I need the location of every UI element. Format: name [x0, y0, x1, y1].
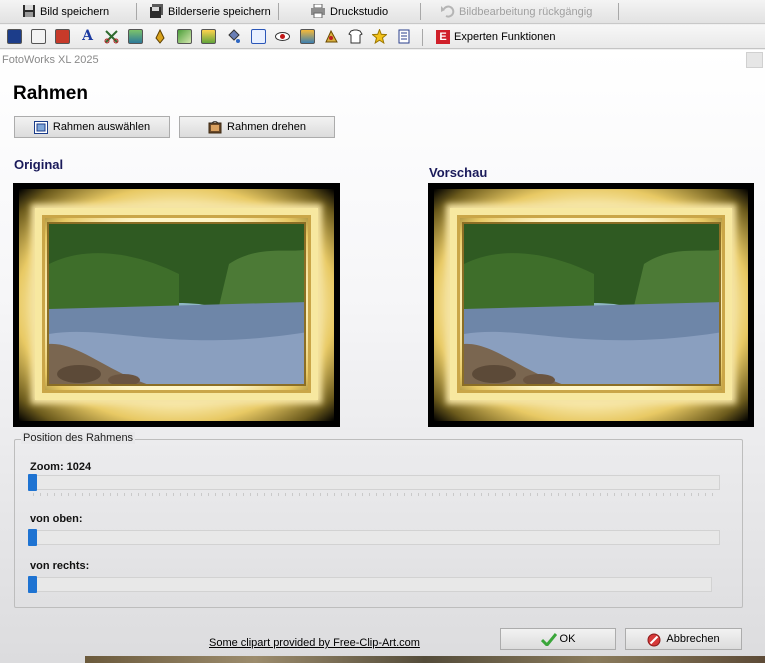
camera-tool-icon[interactable]: [31, 29, 46, 44]
toolbar-separator: [136, 3, 137, 20]
main-toolbar: Bild speichern Bilderserie speichern Dru…: [0, 0, 765, 24]
ok-button[interactable]: OK: [500, 628, 616, 650]
original-image: [13, 183, 340, 427]
red-eye-icon[interactable]: [275, 29, 290, 44]
cancel-button[interactable]: Abbrechen: [625, 628, 742, 650]
frame-dialog: FotoWorks XL 2025 Rahmen Rahmen auswähle…: [0, 50, 765, 663]
print-studio-button[interactable]: Druckstudio: [306, 2, 392, 22]
dialog-caption: FotoWorks XL 2025: [2, 54, 99, 66]
select-frame-button[interactable]: Rahmen auswählen: [14, 116, 170, 138]
adjust-tool-icon[interactable]: [177, 29, 192, 44]
document-tool-icon[interactable]: [397, 29, 412, 44]
floppy-stack-icon: [149, 3, 164, 21]
text-tool-icon[interactable]: A: [80, 29, 95, 44]
color-tool-icon[interactable]: [201, 29, 216, 44]
frame-position-legend: Position des Rahmens: [21, 432, 136, 444]
dialog-close-button[interactable]: [746, 52, 763, 68]
cancel-icon: [647, 633, 661, 646]
pen-tool-icon[interactable]: [153, 29, 168, 44]
undo-edit-button[interactable]: Bildbearbeitung rückgängig: [436, 2, 596, 22]
preview-image: [428, 183, 754, 427]
save-series-label: Bilderserie speichern: [168, 6, 271, 18]
landscape-tool-icon[interactable]: [128, 29, 143, 44]
from-top-slider-thumb[interactable]: [28, 529, 37, 546]
background-image-strip: [85, 656, 765, 663]
rotate-frame-button[interactable]: Rahmen drehen: [179, 116, 335, 138]
save-series-button[interactable]: Bilderserie speichern: [145, 2, 275, 22]
checkmark-icon: [540, 632, 557, 647]
from-top-label: von oben:: [30, 513, 83, 525]
save-image-label: Bild speichern: [40, 6, 110, 18]
picture-tool-icon[interactable]: [55, 29, 70, 44]
from-top-slider[interactable]: [29, 530, 720, 545]
effects-tool-icon[interactable]: [324, 29, 339, 44]
zoom-slider-thumb[interactable]: [28, 474, 37, 491]
expert-e-icon: E: [436, 30, 450, 44]
preview-label: Vorschau: [429, 165, 488, 180]
shirt-tool-icon[interactable]: [348, 29, 363, 44]
star-tool-icon[interactable]: [372, 29, 387, 44]
rotate-frame-label: Rahmen drehen: [227, 121, 306, 133]
undo-icon: [440, 4, 455, 21]
print-studio-label: Druckstudio: [330, 6, 389, 18]
save-image-button[interactable]: Bild speichern: [18, 2, 113, 22]
frame-rotate-icon: [208, 119, 222, 134]
expert-functions-label: Experten Funktionen: [454, 31, 556, 43]
from-right-label: von rechts:: [30, 560, 90, 572]
select-frame-label: Rahmen auswählen: [52, 121, 151, 133]
river-photo: [462, 222, 721, 386]
ok-label: OK: [559, 633, 576, 645]
tools-toolbar: A E Experten Funktionen: [0, 25, 765, 49]
floppy-disk-icon: [22, 4, 36, 21]
dialog-title: Rahmen: [13, 83, 88, 104]
toolbar-separator: [278, 3, 279, 20]
zoom-slider[interactable]: [29, 475, 720, 490]
crop-tool-icon[interactable]: [251, 29, 266, 44]
from-right-slider[interactable]: [29, 577, 712, 592]
filter-tool-icon[interactable]: [300, 29, 315, 44]
frame-tool-icon[interactable]: [7, 29, 22, 44]
original-label: Original: [14, 157, 64, 172]
toolbar-separator: [420, 3, 421, 20]
zoom-label: Zoom: 1024: [30, 461, 92, 473]
scissors-tool-icon[interactable]: [104, 29, 119, 44]
printer-icon: [310, 3, 326, 21]
toolbar-separator: [618, 3, 619, 20]
clipart-credit-link[interactable]: Some clipart provided by Free-Clip-Art.c…: [209, 637, 420, 649]
expert-functions-button[interactable]: E Experten Funktionen: [432, 27, 560, 47]
toolbar-separator: [422, 29, 423, 46]
from-right-slider-thumb[interactable]: [28, 576, 37, 593]
frame-select-icon: [33, 120, 48, 134]
cancel-label: Abbrechen: [666, 633, 720, 645]
undo-edit-label: Bildbearbeitung rückgängig: [459, 6, 593, 18]
zoom-slider-ticks: [33, 493, 716, 496]
river-photo: [47, 222, 306, 386]
paint-bucket-icon[interactable]: [226, 29, 241, 44]
